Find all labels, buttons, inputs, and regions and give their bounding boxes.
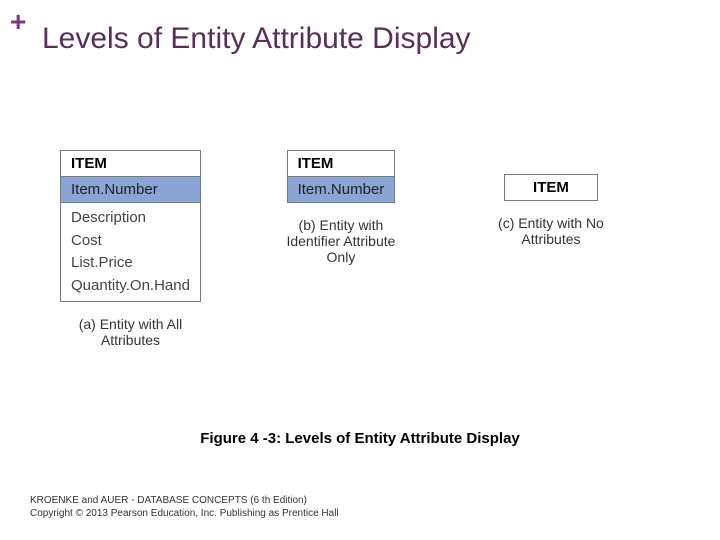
entity-head-b: ITEM	[287, 151, 395, 177]
entity-table-a: ITEM Item.Number Description Cost List.P…	[60, 150, 201, 302]
entity-table-b: ITEM Item.Number	[287, 150, 396, 203]
caption-c: (c) Entity with No Attributes	[481, 215, 621, 247]
entity-head-c: ITEM	[505, 175, 598, 201]
figure-label: Figure 4 -3: Levels of Entity Attribute …	[0, 430, 720, 447]
entity-col-c: ITEM (c) Entity with No Attributes	[481, 150, 621, 247]
plus-icon: +	[10, 8, 26, 36]
caption-b: (b) Entity with Identifier Attribute Onl…	[271, 217, 411, 265]
page-title: Levels of Entity Attribute Display	[42, 22, 471, 56]
entity-col-b: ITEM Item.Number (b) Entity with Identif…	[271, 150, 411, 265]
entity-head-a: ITEM	[61, 151, 201, 177]
footer-line1: KROENKE and AUER - DATABASE CONCEPTS (6 …	[30, 494, 339, 507]
diagram-area: ITEM Item.Number Description Cost List.P…	[60, 150, 690, 348]
footer: KROENKE and AUER - DATABASE CONCEPTS (6 …	[30, 494, 339, 520]
entity-col-a: ITEM Item.Number Description Cost List.P…	[60, 150, 201, 348]
footer-line2: Copyright © 2013 Pearson Education, Inc.…	[30, 507, 339, 520]
entity-identifier-b: Item.Number	[287, 177, 395, 203]
entity-identifier-a: Item.Number	[61, 177, 201, 203]
caption-a: (a) Entity with All Attributes	[60, 316, 200, 348]
entity-attributes-a: Description Cost List.Price Quantity.On.…	[61, 203, 201, 302]
entity-table-c: ITEM	[504, 174, 598, 201]
